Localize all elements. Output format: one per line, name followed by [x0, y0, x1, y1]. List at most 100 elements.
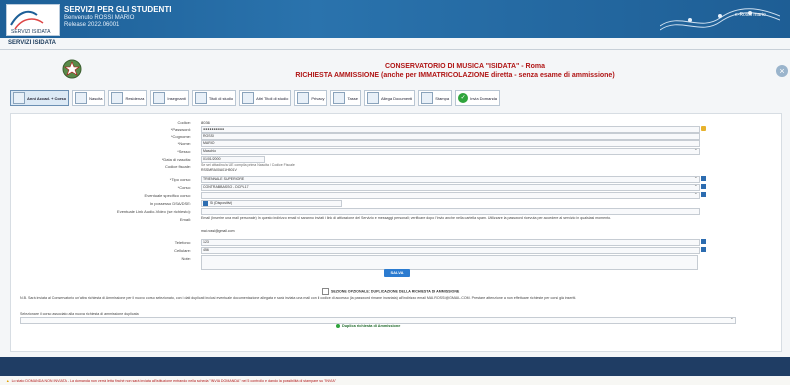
password-field[interactable]: ●●●●●●●●●● — [201, 126, 700, 133]
release-text: Release 2022.06001 — [64, 22, 120, 28]
tab-label: Anni Accad. + Corso — [27, 95, 67, 101]
welcome-text: Benvenuto ROSSI MARIO — [64, 15, 135, 21]
tab-label: Titoli di studio — [208, 95, 234, 101]
tab-invia-domanda[interactable]: ✓ Invia Domanda — [455, 90, 500, 106]
cognome-field[interactable]: ROSSI — [201, 133, 700, 140]
conservatory-name: CONSERVATORIO DI MUSICA "ISIDATA" - Roma — [385, 63, 545, 70]
diploma-icon — [194, 92, 207, 104]
isidata-logo: SERVIZI ISIDATA — [6, 4, 60, 36]
home-icon — [111, 92, 124, 104]
info-icon[interactable] — [701, 192, 706, 197]
password-label: *Password: — [170, 127, 191, 132]
save-button[interactable]: SALVA — [384, 269, 410, 277]
print-icon — [421, 92, 434, 104]
tipo-corso-label: *Tipo corso: — [169, 177, 191, 182]
sesso-select[interactable]: Maschio — [201, 148, 700, 155]
specifico-corso-label: Eventuale specifico corso: — [144, 193, 191, 198]
tab-allega-documenti[interactable]: Allega Documenti — [363, 90, 416, 106]
teacher-icon — [153, 92, 166, 104]
status-warning: ▲ Lo stato DOMANDA NON INVIATA - La doman… — [0, 377, 790, 385]
divider — [0, 49, 790, 50]
duplicate-select-label: Selezionare il corso associato alla nuov… — [20, 312, 139, 316]
info-icon[interactable] — [701, 239, 706, 244]
codice-fiscale-value: RSSMRA00A01H501V — [201, 168, 237, 172]
telefono-label: Telefono: — [174, 240, 191, 245]
corso-select[interactable]: CONTRABBASSO - DCPL17 — [201, 184, 700, 191]
tab-label: Altri Titoli di studio — [256, 95, 289, 101]
app-title: SERVIZI PER GLI STUDENTI — [64, 5, 172, 14]
tab-label: Allega Documenti — [380, 95, 413, 101]
email-label: Email: — [179, 217, 191, 222]
cognome-label: *Cognome: — [170, 134, 191, 139]
header-bar: SERVIZI ISIDATA SERVIZI PER GLI STUDENTI… — [0, 0, 790, 38]
specifico-corso-select[interactable] — [201, 192, 700, 199]
logo-text: SERVIZI ISIDATA — [11, 29, 51, 35]
cellulare-label: Cellulare: — [174, 248, 191, 253]
user-logout-link[interactable]: e-Rossi mario — [735, 12, 766, 18]
dsa-checkbox[interactable] — [203, 201, 208, 206]
page-title: RICHIESTA AMMISSIONE (anche per IMMATRIC… — [295, 72, 615, 79]
link-audio-video-field[interactable] — [201, 208, 700, 215]
breadcrumb: SERVIZI ISIDATA — [8, 40, 57, 46]
welcome-info: Benvenuto ROSSI MARIO Release 2022.06001 — [64, 15, 134, 29]
duplicate-request-link[interactable]: Duplica richiesta di Ammissione — [336, 324, 400, 328]
info-icon[interactable] — [701, 176, 706, 181]
nome-field[interactable]: MARIO — [201, 140, 700, 147]
duplicate-info-text: N.B. Sarà inviata al Conservatorio un'al… — [20, 296, 577, 300]
tab-titoli-studio[interactable]: Titoli di studio — [191, 90, 237, 106]
tab-anni-accademici-corso[interactable]: Anni Accad. + Corso — [10, 90, 70, 106]
key-icon[interactable] — [701, 126, 706, 131]
email-note: Email (Inserire una mail personale) In q… — [201, 216, 612, 220]
duplicate-title-text: SEZIONE OPZIONALE: DUPLICAZIONE DELLA RI… — [331, 289, 460, 294]
sesso-label: *Sesso: — [177, 149, 191, 154]
close-button[interactable]: × — [776, 65, 788, 77]
data-nascita-field[interactable]: 01/01/2000 — [201, 156, 265, 163]
tab-label: Stampa — [435, 95, 450, 101]
republic-emblem-icon — [62, 59, 82, 79]
dsa-label: In possesso DSA/DSE: — [149, 201, 191, 206]
tab-residenza[interactable]: Residenza — [108, 90, 148, 106]
tab-label: Residenza — [125, 95, 145, 101]
info-icon[interactable] — [701, 247, 706, 252]
lock-icon — [297, 92, 310, 104]
duplicate-course-select[interactable] — [20, 317, 736, 324]
tab-label: Invia Domanda — [470, 95, 497, 101]
info-icon[interactable] — [701, 184, 706, 189]
duplicate-link-text: Duplica richiesta di Ammissione — [342, 324, 401, 328]
codice-value: 8036 — [201, 120, 210, 125]
warning-icon: ▲ — [6, 379, 10, 383]
tab-label: Tasse — [347, 95, 358, 101]
tab-label: Insegnanti — [167, 95, 186, 101]
calendar-icon — [75, 92, 88, 104]
tab-label: Privacy — [311, 95, 325, 101]
cellulare-field[interactable]: 456 — [201, 247, 700, 254]
dsa-value: Si (Dispositivi) — [210, 201, 233, 205]
tab-altri-titoli-studio[interactable]: Altri Titoli di studio — [239, 90, 292, 106]
tab-stampa[interactable]: Stampa — [418, 90, 453, 106]
user-icon — [13, 92, 25, 104]
tab-insegnanti[interactable]: Insegnanti — [150, 90, 189, 106]
codice-fiscale-hint: Se sei cittadino/a UE compila prima Nasc… — [201, 163, 295, 167]
duplicate-section-title: SEZIONE OPZIONALE: DUPLICAZIONE DELLA RI… — [322, 288, 482, 295]
nome-label: *Nome: — [177, 141, 191, 146]
note-textarea[interactable] — [201, 255, 698, 270]
tipo-corso-select[interactable]: TRIENNALE SUPERIORE — [201, 176, 700, 183]
warning-text: Lo stato DOMANDA NON INVIATA - La domand… — [11, 379, 337, 383]
data-nascita-label: *Data di nascita: — [161, 157, 191, 162]
music-notes-decoration — [660, 8, 780, 31]
dsa-field[interactable]: Si (Dispositivi) — [201, 200, 342, 207]
tab-nascita[interactable]: Nascita — [72, 90, 106, 106]
diploma-icon — [242, 92, 255, 104]
duplicate-icon — [336, 324, 340, 328]
tab-tasse[interactable]: Tasse — [330, 90, 361, 106]
tab-privacy[interactable]: Privacy — [294, 90, 328, 106]
tab-label: Nascita — [89, 95, 103, 101]
telefono-field[interactable]: 123 — [201, 239, 700, 246]
link-audio-video-label: Eventuale Link Audio-Video (se richiesto… — [117, 209, 191, 214]
corso-label: *Corso: — [177, 185, 191, 190]
duplicate-checkbox[interactable] — [322, 288, 329, 295]
note-label: Note: — [181, 256, 191, 261]
codice-label: Codice: — [177, 120, 191, 125]
email-value[interactable]: mai.rossi@gmail.com — [201, 229, 235, 233]
attach-icon — [366, 92, 379, 104]
